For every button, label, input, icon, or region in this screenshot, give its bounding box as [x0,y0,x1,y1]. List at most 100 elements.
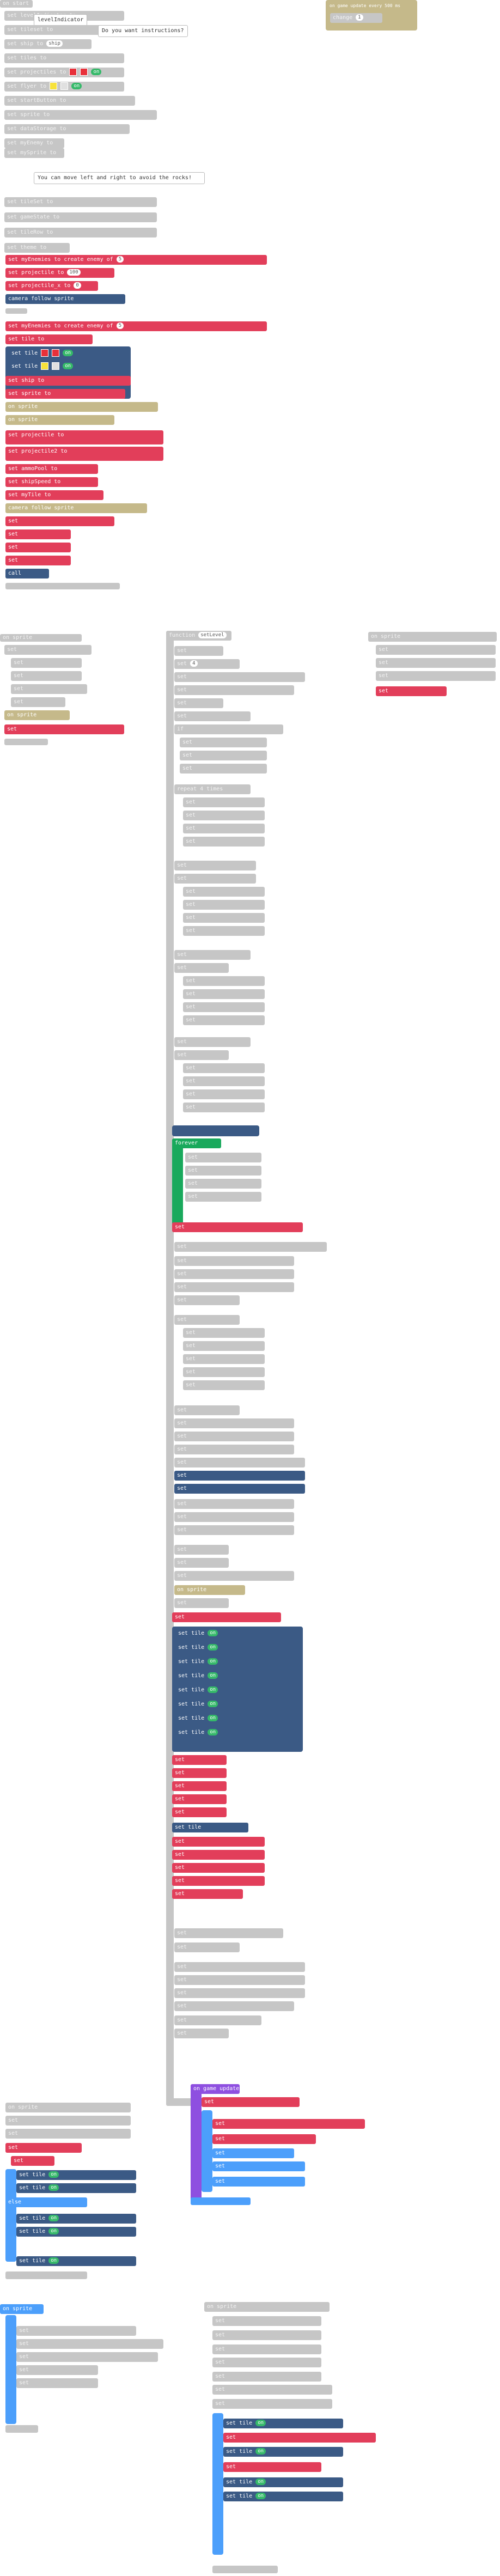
grey-swatch[interactable] [60,82,69,90]
red-swatch-2[interactable] [80,68,88,76]
main-block-35[interactable]: set [183,1328,265,1338]
func-blue-2[interactable]: set [212,2161,305,2171]
main-block-8[interactable]: set [180,738,267,747]
main-block-30[interactable]: set [174,1256,294,1266]
main-block-38[interactable]: set [183,1367,265,1377]
bottom-right-row-7[interactable]: set [212,2399,332,2409]
lower-left-row-2[interactable]: set [5,2129,131,2139]
toggle-pill[interactable]: on [48,2228,59,2234]
repeat-inner-4[interactable]: set [183,837,265,847]
bottom-left-row-5[interactable]: set [16,2378,98,2388]
value-pill[interactable]: 5 [116,256,124,263]
left-mid-block-4[interactable]: set [11,684,87,694]
right-mid-red[interactable]: set [376,686,447,696]
forever-inner-3[interactable]: set [185,1179,261,1189]
toggle-pill[interactable]: on [48,2257,59,2264]
left-mid-header[interactable]: on sprite [0,634,82,642]
set-projectile-x-block[interactable]: set projectile_x to 0 [5,281,98,291]
toggle-pill[interactable]: on [91,69,102,75]
lower-red-5[interactable]: set [172,1807,227,1817]
set-projectile-block-2[interactable]: set projectile to [5,430,163,444]
set-block-a[interactable]: set [5,516,114,526]
set-projectile-block[interactable]: set projectile to 100 [5,268,114,278]
main-block-45[interactable]: set [174,1499,294,1509]
left-mid-block-1[interactable]: set [4,645,92,655]
main-block-19[interactable]: set [183,976,265,986]
repeat-inner-1[interactable]: set [183,797,265,807]
main-block-4[interactable]: set [174,685,294,695]
value-pill[interactable]: 100 [67,269,81,276]
main-block-18[interactable]: set [174,963,229,973]
main-block-10[interactable]: set [180,764,267,774]
bottom-right-row-6[interactable]: set [212,2385,332,2395]
main-block-22[interactable]: set [183,1015,265,1025]
set-tile-block[interactable]: set tile to [5,334,93,344]
set-my-tile-block[interactable]: set myTile to [5,490,103,500]
bottom-left-row-1[interactable]: set [16,2326,136,2336]
main-block-32[interactable]: set [174,1282,294,1292]
func-blue-loop[interactable] [202,2110,212,2192]
main-block-2[interactable]: set 4 [174,659,240,669]
main-block-41[interactable]: set [174,1418,294,1428]
set-tile-yellow-block[interactable]: set tile on [9,362,129,372]
tile-stack-4[interactable]: set tile on [175,1671,301,1681]
main-block-11[interactable]: set [174,861,256,870]
main-block-36[interactable]: set [183,1341,265,1351]
set-tile-red-block[interactable]: set tile on [9,349,129,358]
set-my-enemies-block-2[interactable]: set myEnemies to create enemy of 5 [5,321,267,331]
set-tiles-block[interactable]: set tiles to [4,53,124,63]
set-block-b[interactable]: set [5,529,71,539]
bottom-right-tile-2[interactable]: set tile on [223,2447,343,2457]
main-block-49[interactable]: set [174,1558,229,1568]
toggle-pill[interactable]: on [255,2420,266,2426]
set-projectiles-block[interactable]: set projectiles to on [4,68,124,77]
lower-left-header[interactable]: on sprite [5,2103,131,2112]
bottom-right-row-5[interactable]: set [212,2372,321,2382]
main-block-29[interactable]: set [174,1242,327,1252]
main-block-21[interactable]: set [183,1002,265,1012]
repeat-inner-2[interactable]: set [183,811,265,820]
right-mid-row-1[interactable]: set [376,645,496,655]
lower-grey-3[interactable]: set [174,1962,305,1972]
lower-red-6[interactable]: set [172,1837,265,1847]
set-tile-set-block[interactable]: set tileSet to [4,197,157,207]
toggle-pill[interactable]: on [48,2184,59,2191]
yellow-swatch[interactable] [41,362,49,370]
main-block-39[interactable]: set [183,1380,265,1390]
bottom-right-red-2[interactable]: set [223,2462,321,2472]
forever-inner-4[interactable]: set [185,1192,261,1202]
main-block-48[interactable]: set [174,1545,229,1555]
set-flyer-block[interactable]: set flyer to on [4,82,124,92]
set-tile-row-block[interactable]: set tileRow to [4,228,157,237]
bottom-right-row-3[interactable]: set [212,2344,321,2354]
lower-red-9[interactable]: set [172,1876,265,1886]
main-block-13[interactable]: set [183,887,265,897]
set-ship-block[interactable]: set ship to ship [4,39,92,49]
right-mid-row-2[interactable]: set [376,658,496,668]
main-block-40[interactable]: set [174,1405,240,1415]
forever-loop[interactable] [172,1138,183,1226]
toggle-pill[interactable]: on [208,1701,218,1707]
toggle-pill[interactable]: on [255,2478,266,2485]
forever-inner-1[interactable]: set [185,1153,261,1162]
main-block-16[interactable]: set [183,926,265,936]
sprite-event-block-2[interactable]: on sprite [5,415,114,425]
lower-grey-5[interactable]: set [174,1988,305,1998]
left-mid-event[interactable]: on sprite [4,710,70,720]
sprite-row-2[interactable]: set [174,1484,305,1494]
red-swatch-2[interactable] [52,349,60,357]
on-start-header[interactable]: on start [0,0,33,8]
tile-stack-6[interactable]: set tile on [175,1700,301,1709]
func-red-3[interactable]: set [212,2134,316,2144]
set-start-button-block[interactable]: set startButton to [4,96,135,106]
camera-event-block[interactable]: camera follow sprite [5,503,147,513]
left-mid-red-block[interactable]: set [4,724,124,734]
main-block-5[interactable]: set [174,698,223,708]
bottom-left-row-2[interactable]: set [16,2339,163,2349]
lower-red-1[interactable]: set [172,1755,227,1765]
func-blue-3[interactable]: set [212,2177,305,2187]
tile-stack-7[interactable]: set tile on [175,1714,301,1724]
main-block-46[interactable]: set [174,1512,294,1522]
call-block[interactable]: call [5,569,49,578]
main-function-header[interactable]: function setLevel [166,631,231,641]
